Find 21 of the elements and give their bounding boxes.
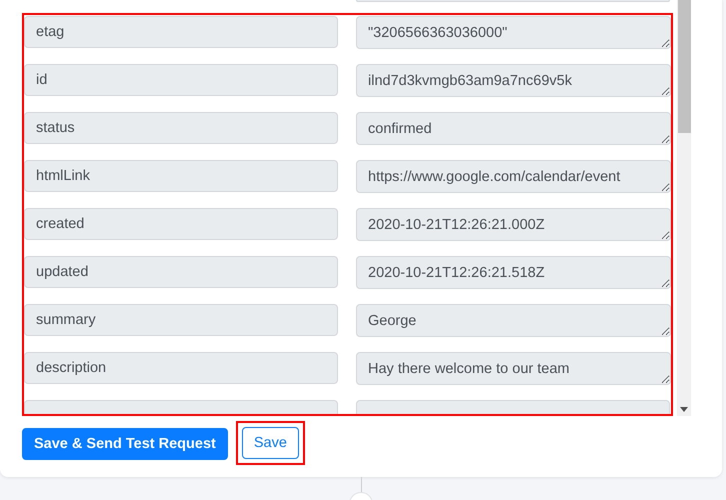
key-field: etag: [24, 16, 338, 48]
key-field: id: [24, 64, 338, 96]
key-field: created: [24, 208, 338, 240]
key-field: description: [24, 352, 338, 384]
value-field[interactable]: "3206566363036000": [356, 16, 671, 49]
value-field[interactable]: 2020-10-21T12:26:21.518Z: [356, 256, 671, 289]
value-field[interactable]: https://www.google.com/calendar/event: [356, 160, 671, 193]
key-field: status: [24, 112, 338, 144]
send-test-button[interactable]: Save & Send Test Request: [22, 428, 228, 460]
value-field[interactable]: confirmed: [356, 112, 671, 145]
key-field: htmlLink: [24, 160, 338, 192]
scrollbar-thumb[interactable]: [678, 0, 690, 133]
key-field: summary: [24, 304, 338, 336]
scroll-down-icon[interactable]: [680, 407, 688, 412]
value-field[interactable]: 2020-10-21T12:26:21.000Z: [356, 208, 671, 241]
key-field: updated: [24, 256, 338, 288]
value-field[interactable]: Hay there welcome to our team: [356, 352, 671, 385]
scrollbar[interactable]: [677, 0, 691, 416]
value-field[interactable]: George: [356, 304, 671, 337]
value-field[interactable]: ilnd7d3kvmgb63am9a7nc69v5k: [356, 64, 671, 97]
save-button[interactable]: Save: [242, 427, 299, 459]
